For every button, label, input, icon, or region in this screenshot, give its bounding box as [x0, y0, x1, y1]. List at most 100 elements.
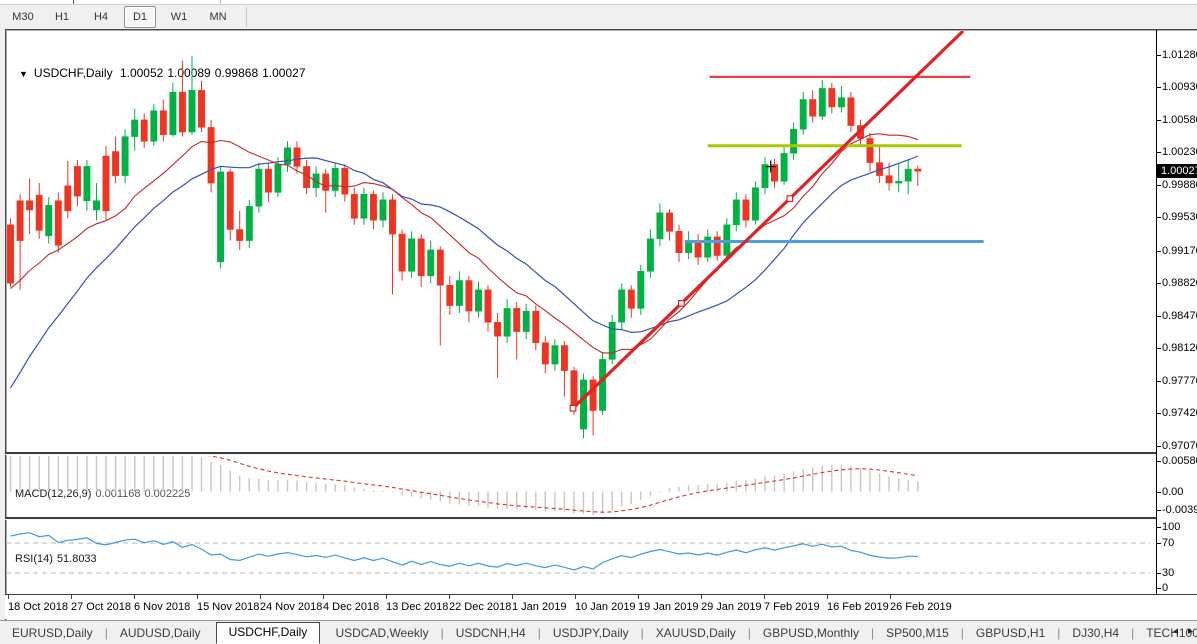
tab-scroll-right-icon[interactable]: ▸ [1188, 626, 1193, 637]
trendline-anchor[interactable] [679, 301, 685, 307]
timeframe-button-d1[interactable]: D1 [124, 6, 156, 28]
candle-body [848, 98, 854, 126]
macd-axis-label: -0.00394 [1162, 504, 1196, 516]
chart-tab-gbpusd[interactable]: GBPUSD,H1 [964, 623, 1057, 644]
date-axis-label: 4 Dec 2018 [323, 601, 379, 613]
date-tick-mark [701, 595, 702, 599]
candle-body [523, 311, 529, 331]
chart-tab-sp500[interactable]: SP500,M15 [874, 623, 961, 644]
chart-tab-gbpusd[interactable]: GBPUSD,Monthly [751, 623, 871, 644]
trendline-anchor[interactable] [570, 405, 576, 411]
candle-body [533, 311, 539, 343]
timeframe-toolbar: M30 H1 H4 D1 W1 MN [0, 5, 1197, 29]
candle-body [313, 174, 319, 188]
candle-body [342, 168, 348, 194]
candle-body [208, 127, 214, 183]
candle-body [647, 239, 653, 271]
date-tick-mark [197, 595, 198, 599]
candle-body [905, 169, 911, 181]
date-tick-mark [638, 595, 639, 599]
candle-body [781, 153, 787, 181]
chart-tab-usdcnh[interactable]: USDCNH,H4 [444, 623, 538, 644]
macd-axis-label: 0.00 [1162, 486, 1196, 498]
terminal-window: M30H1H4D1W1MN ▼USDCHF,Daily 1.000521.000… [0, 0, 1197, 644]
axis-tick-mark [1157, 87, 1161, 88]
candle-body [122, 137, 128, 176]
candle-body [542, 343, 548, 364]
date-tick-mark [8, 595, 9, 599]
price-axis-label: 0.99880 [1162, 179, 1196, 191]
candle-body [504, 308, 510, 336]
timeframe-button-m30[interactable]: M30 [7, 6, 39, 28]
date-tick-mark [512, 595, 513, 599]
axis-tick-mark [1157, 461, 1161, 462]
rsi-axis-label: 0 [1162, 582, 1196, 594]
trendline[interactable] [573, 31, 963, 408]
date-axis: 18 Oct 201827 Oct 20186 Nov 201815 Nov 2… [5, 595, 1197, 619]
chart-tab-eurusd[interactable]: EURUSD,Daily [0, 623, 105, 644]
chart-tab-audusd[interactable]: AUDUSD,Daily [108, 623, 213, 644]
tab-scroll-left-icon[interactable]: ◂ [1173, 626, 1178, 637]
candle-body [36, 195, 42, 230]
timeframe-button-h1[interactable]: H1 [46, 6, 78, 28]
chart-tab-dj30[interactable]: DJ30,H4 [1060, 623, 1131, 644]
macd-plot[interactable] [6, 456, 1156, 516]
candle-body [112, 152, 118, 176]
candle-body [657, 213, 663, 239]
date-tick-mark [827, 595, 828, 599]
timeframe-button-mn[interactable]: MN [202, 6, 234, 28]
date-tick-mark [890, 595, 891, 599]
candle-body [170, 92, 176, 135]
timeframe-button-h4[interactable]: H4 [85, 6, 117, 28]
rsi-plot[interactable] [6, 521, 1156, 594]
rsi-axis-label: 100 [1162, 521, 1196, 533]
axis-tick-mark [1157, 510, 1161, 511]
candle-body [275, 165, 281, 193]
candle-body [447, 285, 453, 305]
candle-body [628, 290, 634, 309]
candle-body [294, 148, 300, 167]
chart-tab-usdchf[interactable]: USDCHF,Daily [216, 622, 321, 644]
candle-body [896, 181, 902, 183]
axis-tick-mark [1157, 527, 1161, 528]
axis-tick-mark [1157, 348, 1161, 349]
chart-tab-usdjpy[interactable]: USDJPY,Daily [541, 623, 641, 644]
tabs: EURUSD,Daily|AUDUSD,Daily|USDCHF,Daily|U… [0, 622, 1197, 644]
date-tick-mark [134, 595, 135, 599]
rsi-axis-label: 30 [1162, 567, 1196, 579]
candle-body [26, 201, 32, 210]
chart-tab-usdcad[interactable]: USDCAD,Weekly [323, 623, 440, 644]
date-axis-label: 6 Nov 2018 [134, 601, 190, 613]
panel-divider[interactable] [5, 452, 1156, 455]
candle-body [141, 120, 147, 141]
candle-body [227, 172, 233, 230]
price-axis-label: 0.97770 [1162, 375, 1196, 387]
axis-tick-mark [1157, 588, 1161, 589]
candle-body [361, 194, 367, 218]
chart-tab-xauusd[interactable]: XAUUSD,Daily [644, 623, 748, 644]
candle-body [418, 239, 424, 276]
panel-divider[interactable] [5, 517, 1156, 520]
timeframe-button-w1[interactable]: W1 [163, 6, 195, 28]
price-axis-label: 0.99530 [1162, 211, 1196, 223]
candle-body [485, 290, 491, 323]
price-axis-label: 0.97070 [1162, 440, 1196, 452]
macd-signal-line [11, 456, 918, 512]
date-axis-label: 18 Oct 2018 [8, 601, 68, 613]
candle-body [561, 346, 567, 371]
date-axis-label: 27 Oct 2018 [71, 601, 131, 613]
chart-tab-bar: EURUSD,Daily|AUDUSD,Daily|USDCHF,Daily|U… [0, 620, 1197, 644]
rsi-line [11, 533, 918, 570]
price-axis-label: 0.98120 [1162, 342, 1196, 354]
candle-body [370, 194, 376, 220]
axis-tick-mark [1157, 152, 1161, 153]
candle-body [829, 88, 835, 107]
date-axis-label: 10 Jan 2019 [575, 601, 636, 613]
candle-body [886, 176, 892, 183]
date-axis-label: 26 Feb 2019 [890, 601, 952, 613]
date-tick-mark [575, 595, 576, 599]
trendline-anchor[interactable] [787, 196, 793, 202]
price-chart-plot[interactable] [6, 31, 1156, 452]
date-axis-label: 24 Nov 2018 [260, 601, 322, 613]
axis-tick-mark [1157, 120, 1161, 121]
